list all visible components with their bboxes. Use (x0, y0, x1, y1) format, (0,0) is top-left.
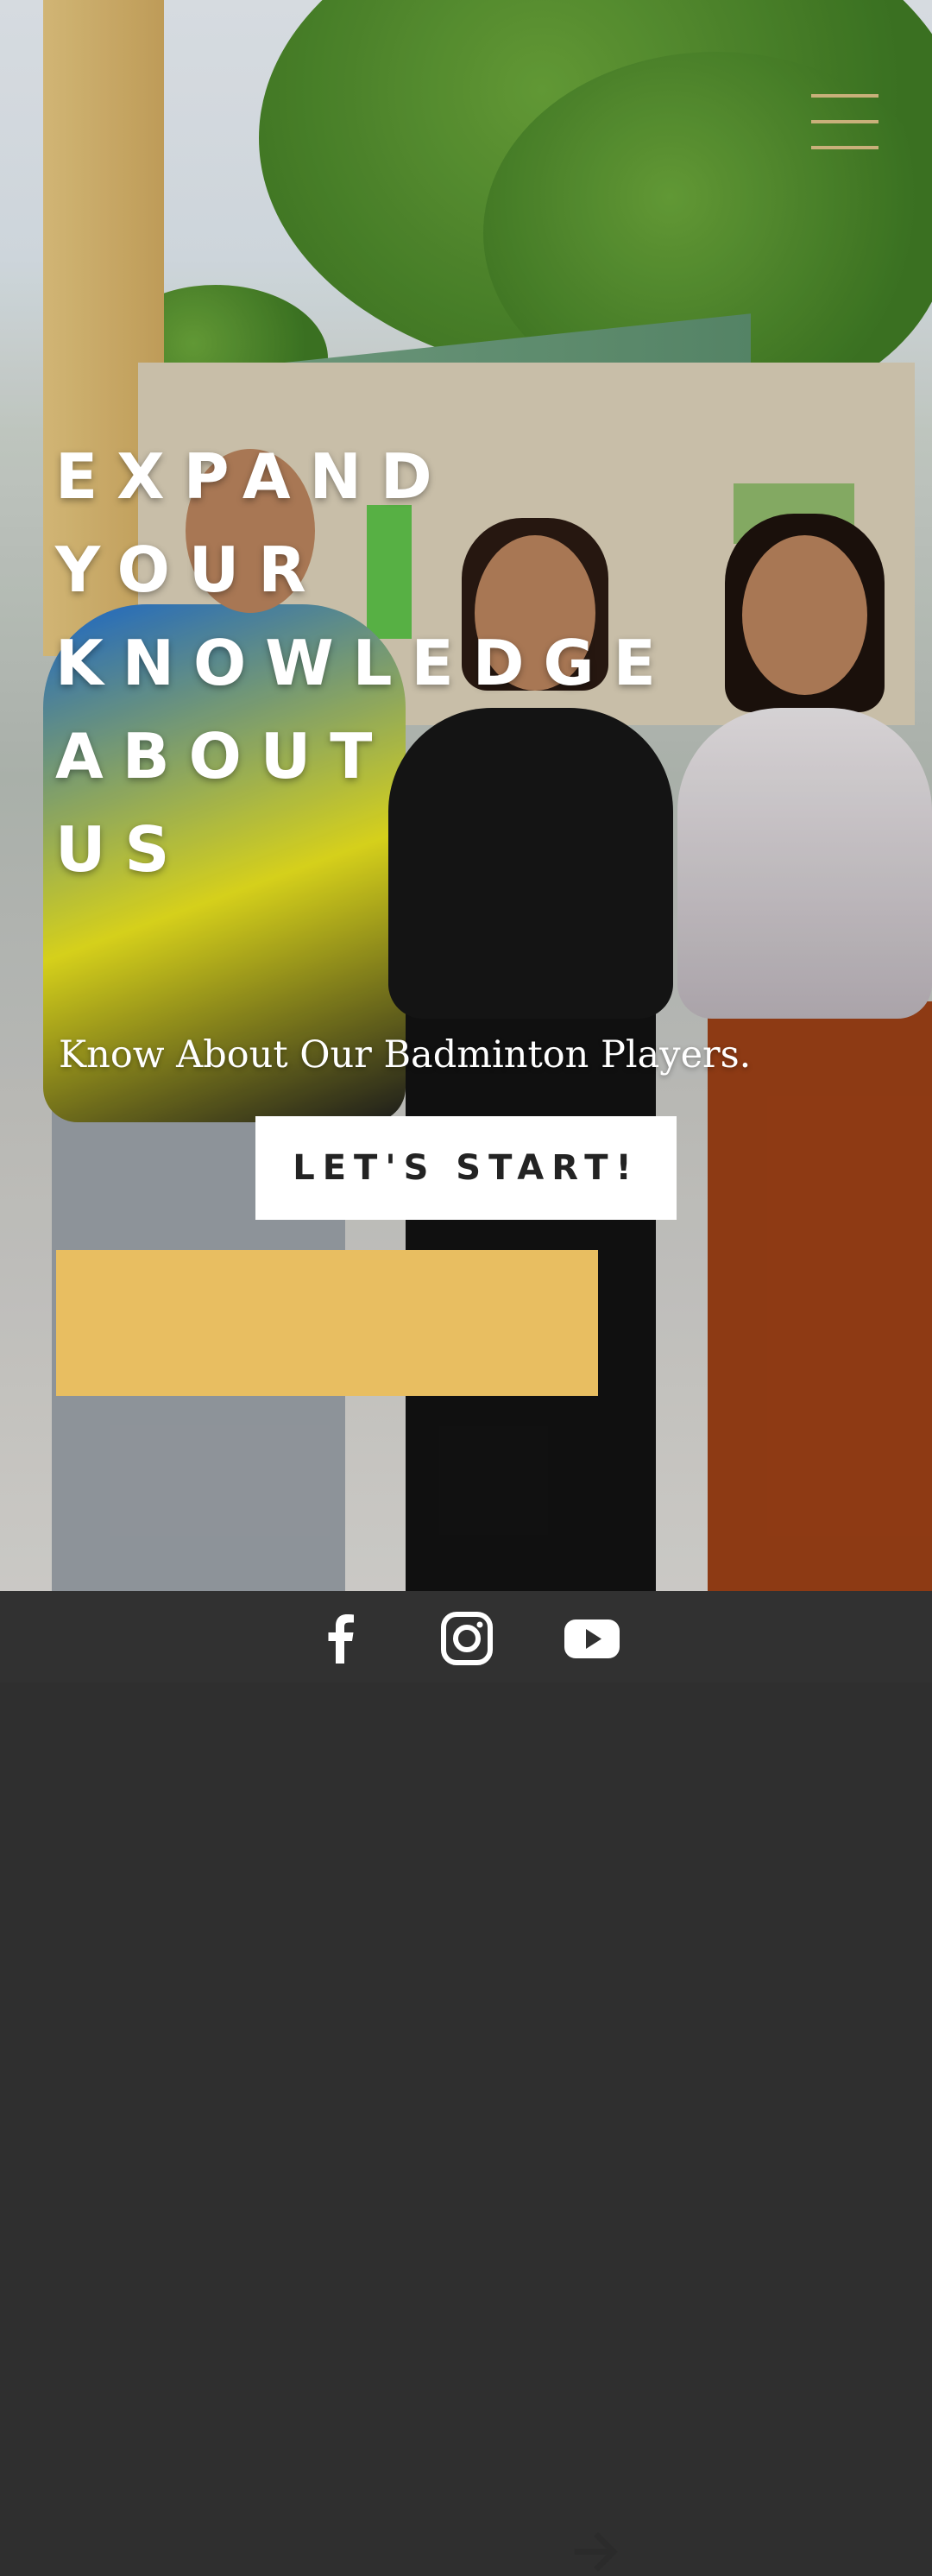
headline-line: EXPAND (55, 440, 451, 513)
facebook-icon[interactable] (312, 1612, 369, 1665)
youtube-icon[interactable] (564, 1612, 620, 1665)
menu-line (811, 94, 878, 98)
hero-headline: EXPAND YOUR KNOWLEDGE ABOUT US (55, 430, 832, 896)
lets-start-button[interactable]: LET'S START! (255, 1116, 677, 1220)
headline-line: KNOWLEDGE (55, 627, 675, 699)
arrow-cta-button[interactable] (56, 1250, 618, 2572)
instagram-icon[interactable] (438, 1612, 495, 1665)
menu-line (811, 120, 878, 123)
hero-subtitle: Know About Our Badminton Players. (59, 1033, 752, 1076)
headline-line: YOUR (55, 534, 325, 606)
headline-line: US (55, 813, 189, 886)
menu-line (811, 146, 878, 149)
hamburger-menu-icon[interactable] (811, 91, 878, 153)
arrow-right-icon (574, 2532, 618, 2572)
headline-line: ABOUT (55, 720, 392, 792)
footer (0, 1591, 932, 1683)
